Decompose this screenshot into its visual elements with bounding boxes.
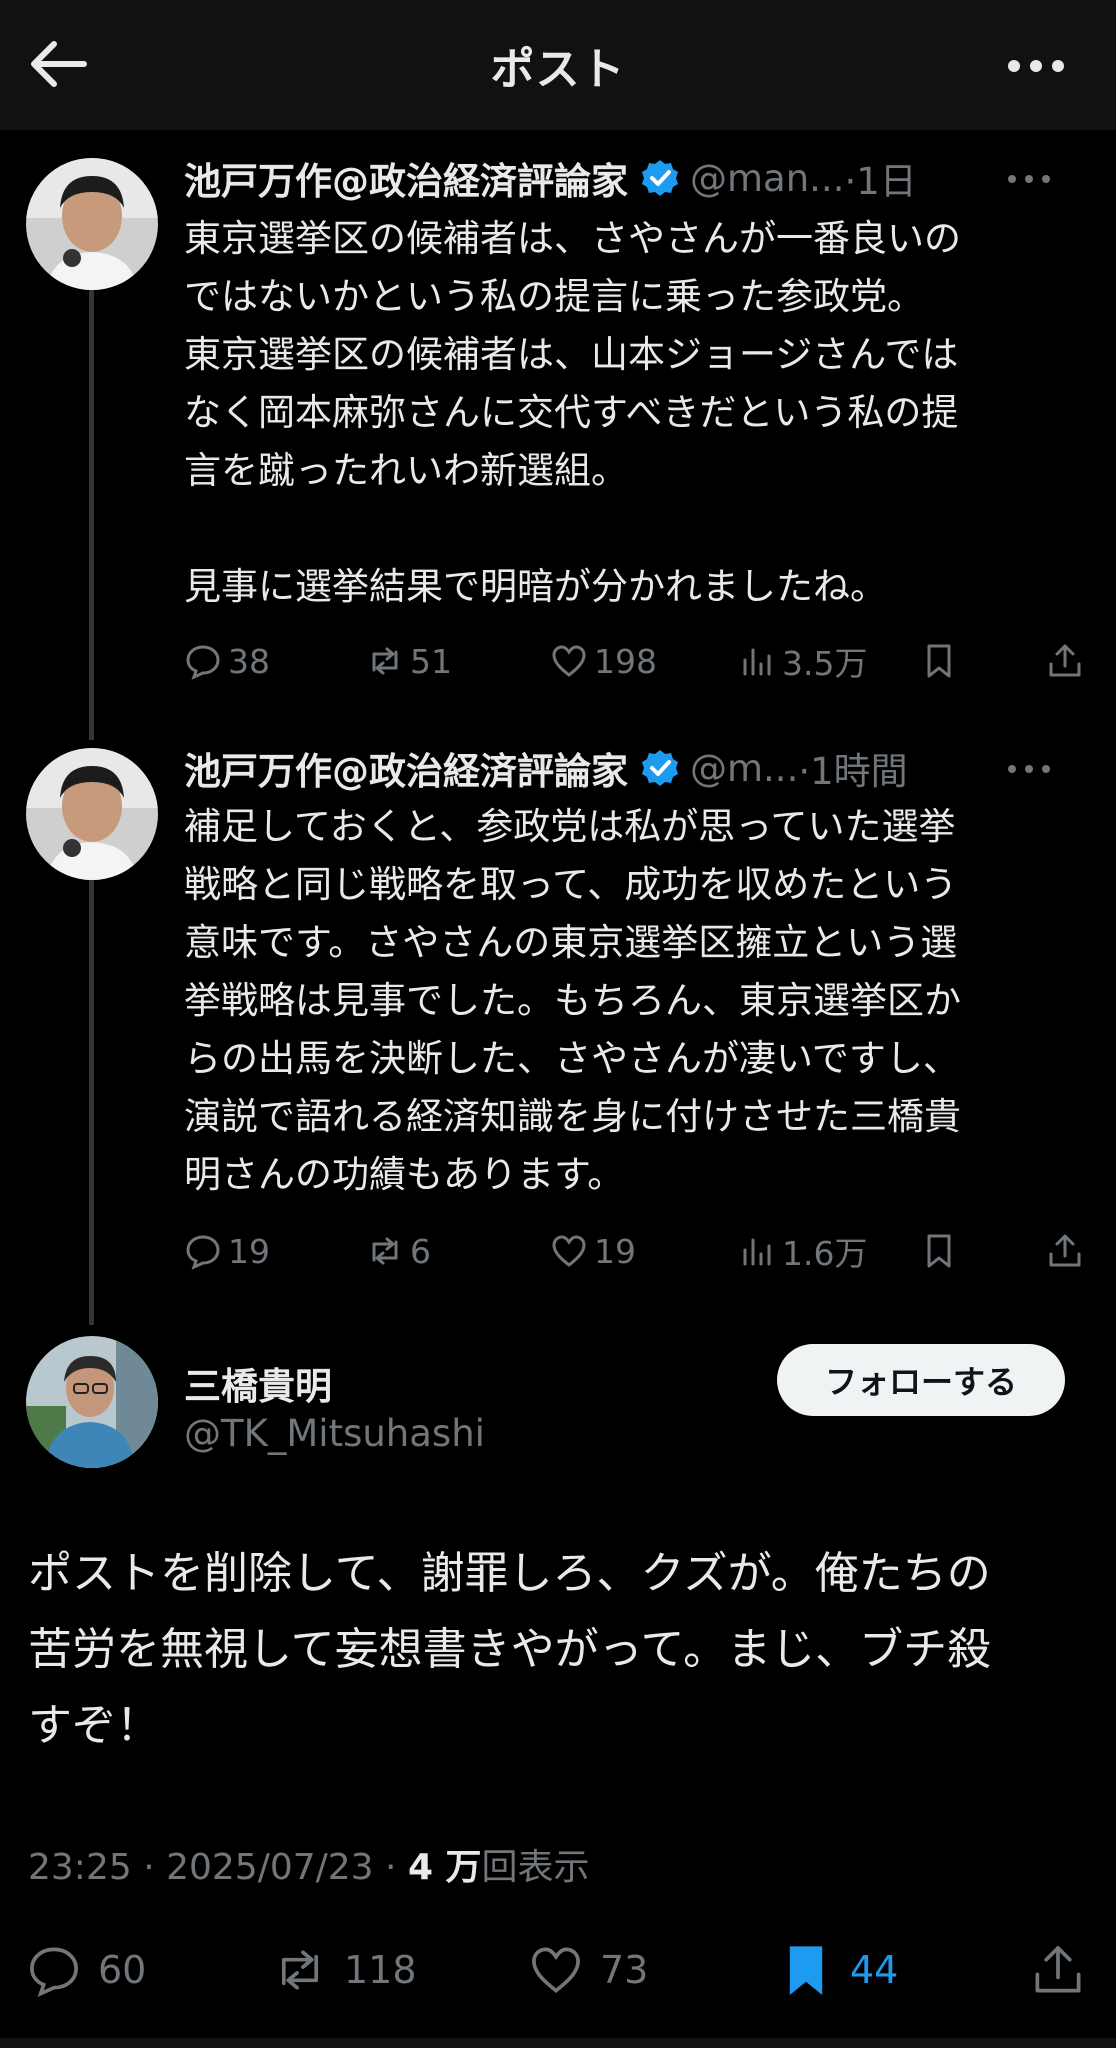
reply-icon bbox=[30, 1947, 78, 1997]
views-button[interactable]: 1.6万 bbox=[738, 1226, 867, 1276]
more-dots-icon[interactable] bbox=[1004, 754, 1054, 784]
author-handle[interactable]: @TK_Mitsuhashi bbox=[184, 1412, 485, 1455]
post-actions: 38 51 198 3.5万 bbox=[184, 636, 1084, 686]
reply-button[interactable]: 19 bbox=[184, 1226, 270, 1276]
main-post-actions: 60 118 73 44 bbox=[0, 1930, 1116, 2010]
heart-icon bbox=[532, 1947, 580, 1993]
views-chart-icon bbox=[743, 648, 771, 676]
reply-count: 60 bbox=[98, 1948, 147, 1992]
views-count: 4 万 bbox=[407, 1847, 482, 1888]
bookmark-filled-icon bbox=[789, 1946, 823, 1996]
share-button[interactable] bbox=[1046, 1226, 1090, 1276]
reply-icon bbox=[186, 645, 220, 680]
like-button[interactable]: 19 bbox=[550, 1226, 636, 1276]
top-bar: ポスト bbox=[0, 0, 1116, 130]
reply-button[interactable]: 60 bbox=[26, 1930, 146, 2010]
views-chart-icon bbox=[743, 1238, 771, 1266]
bookmark-icon bbox=[927, 1234, 951, 1268]
repost-icon bbox=[372, 647, 398, 675]
share-icon bbox=[1049, 1234, 1081, 1267]
repost-button[interactable]: 51 bbox=[366, 636, 452, 686]
more-dots-icon[interactable] bbox=[1006, 46, 1066, 86]
avatar[interactable] bbox=[26, 748, 158, 880]
views-button[interactable]: 3.5万 bbox=[738, 636, 867, 686]
heart-icon bbox=[552, 1235, 586, 1267]
arrow-left-icon[interactable] bbox=[28, 38, 88, 90]
author-handle[interactable]: @m... bbox=[690, 747, 798, 790]
repost-icon bbox=[372, 1237, 398, 1265]
like-button[interactable]: 198 bbox=[550, 636, 657, 686]
follow-button[interactable]: フォローする bbox=[777, 1344, 1065, 1416]
thread-line bbox=[89, 880, 94, 1325]
heart-icon bbox=[552, 645, 586, 677]
repost-count: 51 bbox=[410, 641, 452, 681]
meta-separator: · bbox=[385, 1847, 408, 1888]
bookmark-count: 44 bbox=[850, 1948, 899, 1992]
post-meta: 23:25 · 2025/07/23 · 4 万回表示 bbox=[28, 1838, 590, 1890]
post-date[interactable]: 2025/07/23 bbox=[166, 1847, 374, 1888]
avatar[interactable] bbox=[26, 1336, 158, 1468]
post-time[interactable]: 23:25 bbox=[28, 1847, 132, 1888]
repost-count: 6 bbox=[410, 1231, 431, 1271]
bookmark-button[interactable] bbox=[920, 636, 964, 686]
repost-button[interactable]: 6 bbox=[366, 1226, 431, 1276]
bookmark-button[interactable] bbox=[920, 1226, 964, 1276]
bottom-separator bbox=[0, 2038, 1116, 2048]
view-count: 3.5万 bbox=[782, 644, 868, 683]
post-text: 東京選挙区の候補者は、さやさんが一番良いの ではないかという私の提言に乗った参政… bbox=[184, 217, 961, 608]
views-label: 回表示 bbox=[481, 1847, 590, 1888]
avatar[interactable] bbox=[26, 158, 158, 290]
post-header: 池戸万作@政治経済評論家 @man... ·1日 bbox=[184, 146, 1084, 210]
post-text: 補足しておくと、参政党は私が思っていた選挙 戦略と同じ戦略を取って、成功を収めた… bbox=[184, 805, 961, 1196]
post-time[interactable]: ·1時間 bbox=[798, 741, 907, 795]
like-count: 73 bbox=[600, 1948, 649, 1992]
share-icon bbox=[1049, 644, 1081, 677]
verified-badge-icon bbox=[642, 160, 678, 196]
like-button[interactable]: 73 bbox=[528, 1930, 648, 2010]
thread-line bbox=[89, 290, 94, 740]
more-dots-icon[interactable] bbox=[1004, 164, 1054, 194]
repost-count: 118 bbox=[344, 1948, 417, 1992]
post-header: 池戸万作@政治経済評論家 @m... ·1時間 bbox=[184, 736, 1084, 800]
verified-badge-icon bbox=[642, 750, 678, 786]
main-post-author: 三橋貴明 @TK_Mitsuhashi フォローする bbox=[0, 1336, 1116, 1478]
reply-count: 38 bbox=[228, 641, 270, 681]
like-count: 19 bbox=[594, 1231, 636, 1271]
share-icon bbox=[1035, 1946, 1081, 1993]
share-button[interactable] bbox=[1030, 1930, 1102, 2010]
bookmark-button[interactable]: 44 bbox=[778, 1930, 898, 2010]
like-count: 198 bbox=[594, 641, 657, 681]
post-actions: 19 6 19 1.6万 bbox=[184, 1226, 1084, 1276]
main-post-text: ポストを削除して、謝罪しろ、クズが。俺たちの 苦労を無視して妄想書きやがって。ま… bbox=[28, 1548, 992, 1751]
author-name[interactable]: 三橋貴明 bbox=[184, 1356, 332, 1410]
view-count: 1.6万 bbox=[782, 1234, 868, 1273]
reply-count: 19 bbox=[228, 1231, 270, 1271]
repost-button[interactable]: 118 bbox=[272, 1930, 417, 2010]
share-button[interactable] bbox=[1046, 636, 1090, 686]
meta-separator: · bbox=[143, 1847, 167, 1888]
reply-icon bbox=[186, 1235, 220, 1270]
reply-button[interactable]: 38 bbox=[184, 636, 270, 686]
bookmark-icon bbox=[927, 644, 951, 678]
post-time[interactable]: ·1日 bbox=[844, 151, 916, 205]
page-title: ポスト bbox=[490, 44, 626, 95]
author-name[interactable]: 池戸万作@政治経済評論家 bbox=[184, 741, 628, 795]
author-name[interactable]: 池戸万作@政治経済評論家 bbox=[184, 151, 628, 205]
author-handle[interactable]: @man... bbox=[690, 157, 844, 200]
repost-icon bbox=[281, 1950, 319, 1990]
